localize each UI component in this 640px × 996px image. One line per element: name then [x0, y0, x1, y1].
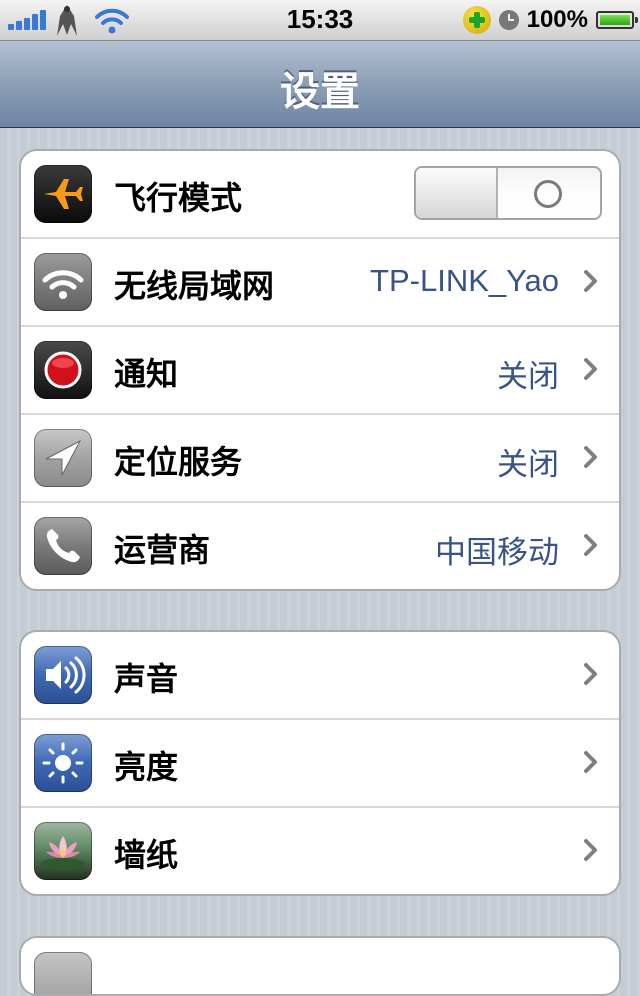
- row-notifications[interactable]: 通知 关闭: [21, 325, 619, 413]
- wifi-settings-icon: [34, 253, 92, 311]
- notification-icon: [34, 341, 92, 399]
- row-label: 亮度: [114, 748, 179, 786]
- row-label: 墙纸: [114, 836, 179, 874]
- row-wifi[interactable]: 无线局域网 TP-LINK_Yao: [21, 237, 619, 325]
- speaker-icon: [34, 646, 92, 704]
- row-value: 关闭: [497, 447, 559, 482]
- row-value: TP-LINK_Yao: [370, 263, 559, 298]
- chevron-right-icon: [584, 534, 597, 556]
- qq-icon: [462, 6, 491, 34]
- row-label: 运营商: [114, 531, 211, 569]
- location-icon: [34, 429, 92, 487]
- settings-group-partial: [19, 936, 621, 996]
- chevron-right-icon: [584, 446, 597, 468]
- status-bar: 15:33 100%: [0, 0, 640, 41]
- airplane-mode-toggle[interactable]: [414, 166, 602, 220]
- chevron-right-icon: [584, 839, 597, 861]
- row-airplane-mode: 飞行模式: [21, 151, 619, 237]
- settings-item-icon: [34, 952, 92, 994]
- phone-icon: [34, 517, 92, 575]
- navigation-bar: 设置: [0, 41, 640, 128]
- row-location-services[interactable]: 定位服务 关闭: [21, 413, 619, 501]
- chevron-right-icon: [584, 358, 597, 380]
- row-value: 关闭: [497, 359, 559, 394]
- row-carrier[interactable]: 运营商 中国移动: [21, 501, 619, 589]
- row-label: 声音: [114, 660, 179, 698]
- row-partial[interactable]: [21, 938, 619, 994]
- wallpaper-icon: [34, 822, 92, 880]
- row-sounds[interactable]: 声音: [21, 632, 619, 718]
- settings-group-display: 声音 亮度 墙纸: [19, 630, 621, 896]
- alarm-icon: [498, 10, 519, 30]
- chevron-right-icon: [584, 663, 597, 685]
- sun-icon: [34, 734, 92, 792]
- toggle-off-indicator: [534, 180, 562, 208]
- page-title: 设置: [280, 69, 360, 115]
- airplane-icon: [34, 165, 92, 223]
- battery-icon: [596, 11, 638, 29]
- row-wallpaper[interactable]: 墙纸: [21, 806, 619, 894]
- row-label: 无线局域网: [114, 267, 275, 305]
- battery-percentage: 100%: [526, 6, 588, 33]
- settings-group-network: 飞行模式 无线局域网 TP-LINK_Yao 通知 关闭 定位服务 关闭 运营商…: [19, 149, 621, 591]
- row-brightness[interactable]: 亮度: [21, 718, 619, 806]
- toggle-knob[interactable]: [416, 168, 498, 218]
- chevron-right-icon: [584, 270, 597, 292]
- row-label: 飞行模式: [114, 179, 243, 217]
- row-value: 中国移动: [435, 535, 559, 570]
- chevron-right-icon: [584, 751, 597, 773]
- row-label: 定位服务: [114, 443, 243, 481]
- row-label: 通知: [114, 355, 179, 393]
